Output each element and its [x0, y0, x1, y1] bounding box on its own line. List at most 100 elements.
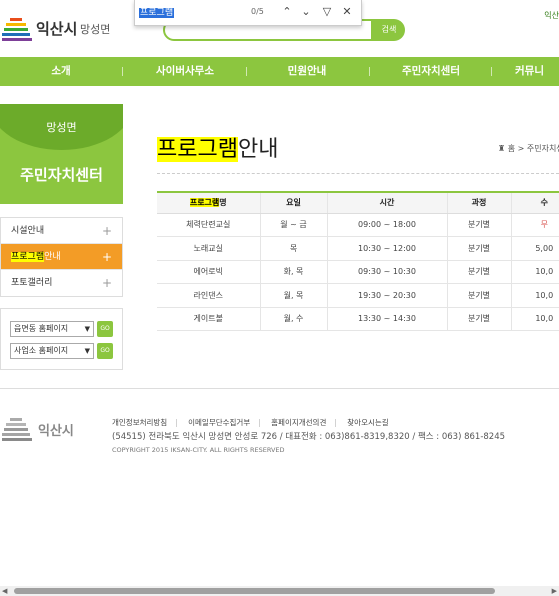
- table-cell: 무: [510, 213, 559, 237]
- site-logo[interactable]: 익산시 망성면: [0, 12, 120, 46]
- column-header: 프로그램명: [157, 191, 260, 214]
- plus-icon: +: [101, 250, 112, 264]
- chevron-down-icon: ▼: [84, 325, 90, 333]
- office-go-button[interactable]: GO: [97, 343, 113, 359]
- table-cell: 13:30 ~ 14:30: [326, 307, 447, 331]
- breadcrumb: ♜ 홈 > 주민자치센: [498, 143, 559, 154]
- table-cell: 분기별: [446, 260, 511, 284]
- table-cell: 체력단련교실: [157, 213, 260, 237]
- footer-link-separator: |: [258, 418, 261, 427]
- footer-link-directions[interactable]: 찾아오시는길: [347, 418, 388, 427]
- table-cell: 10,0: [510, 307, 559, 331]
- find-input[interactable]: 프로그램: [139, 5, 175, 18]
- footer-copyright: COPYRIGHT 2015 IKSAN-CITY. ALL RIGHTS RE…: [112, 446, 285, 454]
- sidebar-item-programs[interactable]: 프로그램안내 +: [1, 244, 122, 270]
- table-cell: 09:00 ~ 18:00: [326, 213, 447, 237]
- sidebar-item-label: 포토갤러리: [11, 278, 53, 288]
- nav-item-community[interactable]: 커뮤니: [515, 57, 559, 86]
- top-right-link[interactable]: 익산: [544, 10, 559, 21]
- breadcrumb-text: 홈 > 주민자치센: [507, 144, 559, 153]
- nav-divider: [369, 67, 370, 76]
- office-homepage-select[interactable]: 사업소 홈페이지 ▼: [10, 343, 94, 359]
- footer-link-separator: |: [334, 418, 337, 427]
- footer-logo: 익산시: [0, 414, 100, 444]
- table-cell: 09:30 ~ 10:30: [326, 260, 447, 284]
- horizontal-scrollbar[interactable]: ◀ ▶: [0, 586, 559, 596]
- table-cell: 월 ~ 금: [259, 213, 327, 237]
- footer-links: 개인정보처리방침 | 이메일무단수집거부 | 홈페이지개선의견 | 찾아오시는길: [112, 417, 397, 428]
- footer-link-feedback[interactable]: 홈페이지개선의견: [271, 418, 326, 427]
- table-cell: 목: [259, 236, 327, 261]
- table-cell: 19:30 ~ 20:30: [326, 283, 447, 308]
- plus-icon: +: [101, 276, 112, 290]
- nav-item-cyber-office[interactable]: 사이버사무소: [145, 57, 225, 86]
- footer-logo-text: 익산시: [38, 424, 74, 439]
- sidebar-item-label: 안내: [44, 252, 61, 262]
- table-cell: 화, 목: [259, 260, 327, 284]
- column-header: 요일: [259, 191, 327, 214]
- footer-link-privacy[interactable]: 개인정보처리방침: [112, 418, 167, 427]
- nav-item-community-center[interactable]: 주민자치센터: [393, 57, 469, 86]
- sidebar-menu: 시설안내 + 프로그램안내 + 포토갤러리 +: [0, 217, 123, 297]
- table-cell: 에어로빅: [157, 260, 260, 284]
- site-search-button[interactable]: 검색: [373, 19, 405, 41]
- logo-mark-icon: [2, 16, 32, 42]
- column-header: 수: [510, 191, 559, 214]
- footer-logo-mark-icon: [2, 416, 32, 442]
- nav-item-civil[interactable]: 민원안내: [272, 57, 342, 86]
- find-bar: 프로그램 0/5 ⌃ ⌄ ▽ ✕: [134, 0, 362, 26]
- main-nav: 소개 사이버사무소 민원안내 주민자치센터 커뮤니: [0, 57, 559, 86]
- footer-link-separator: |: [175, 418, 178, 427]
- footer-address: (54515) 전라북도 익산시 망성면 안성로 726 / 대표전화 : 06…: [112, 432, 506, 442]
- scroll-left-icon[interactable]: ◀: [2, 586, 7, 596]
- town-go-button[interactable]: GO: [97, 321, 113, 337]
- sidebar-title: 주민자치센터: [20, 166, 103, 184]
- nav-divider: [122, 67, 123, 76]
- table-cell: 5,00: [510, 236, 559, 261]
- find-query: 프로그램: [139, 8, 175, 18]
- nav-item-intro[interactable]: 소개: [38, 57, 84, 86]
- title-divider: [157, 173, 559, 174]
- footer-divider: [0, 388, 559, 389]
- find-close-icon[interactable]: ✕: [339, 4, 355, 20]
- nav-divider: [246, 67, 247, 76]
- site-select-panel: 읍면동 홈페이지 ▼ GO 사업소 홈페이지 ▼ GO: [0, 308, 123, 370]
- table-cell: 분기별: [446, 213, 511, 237]
- chevron-down-icon: ▼: [84, 347, 90, 355]
- table-cell: 10:30 ~ 12:00: [326, 236, 447, 261]
- program-table: 프로그램명 요일 시간 과정 수 체력단련교실 월 ~ 금 09:00 ~ 18…: [157, 191, 559, 331]
- logo-text: 익산시: [36, 20, 78, 38]
- table-cell: 라인댄스: [157, 283, 260, 308]
- search-highlight: 프로그램: [157, 137, 238, 162]
- select-value: 사업소 홈페이지: [14, 346, 69, 355]
- sidebar-item-photo-gallery[interactable]: 포토갤러리 +: [1, 270, 122, 296]
- table-cell: 월, 수: [259, 307, 327, 331]
- sidebar-header: 망성면 주민자치센터: [0, 104, 123, 204]
- find-prev-icon[interactable]: ⌃: [279, 4, 295, 20]
- footer-link-email-refusal[interactable]: 이메일무단수집거부: [188, 418, 250, 427]
- sidebar-item-facilities[interactable]: 시설안내 +: [1, 218, 122, 244]
- home-icon[interactable]: ♜: [498, 144, 505, 153]
- table-cell: 게이트볼: [157, 307, 260, 331]
- logo-subtitle: 망성면: [80, 23, 111, 36]
- table-row: 체력단련교실 월 ~ 금 09:00 ~ 18:00 분기별 무: [157, 213, 559, 237]
- table-cell: 10,0: [510, 283, 559, 308]
- table-cell: 분기별: [446, 236, 511, 261]
- column-header-rest: 명: [219, 198, 227, 208]
- find-next-icon[interactable]: ⌄: [298, 4, 314, 20]
- search-highlight: 프로그램: [189, 198, 220, 208]
- table-row: 에어로빅 화, 목 09:30 ~ 10:30 분기별 10,0: [157, 260, 559, 284]
- town-homepage-select[interactable]: 읍면동 홈페이지 ▼: [10, 321, 94, 337]
- column-header: 시간: [326, 191, 447, 214]
- table-cell: 분기별: [446, 283, 511, 308]
- scrollbar-thumb[interactable]: [14, 588, 495, 594]
- sidebar-item-label: 시설안내: [11, 226, 45, 236]
- plus-icon: +: [101, 224, 112, 238]
- select-value: 읍면동 홈페이지: [14, 324, 69, 333]
- column-header: 과정: [446, 191, 511, 214]
- find-filter-icon[interactable]: ▽: [319, 4, 335, 20]
- page-title: 프로그램안내: [157, 131, 278, 163]
- scroll-right-icon[interactable]: ▶: [552, 586, 557, 596]
- table-cell: 월, 목: [259, 283, 327, 308]
- table-cell: 10,0: [510, 260, 559, 284]
